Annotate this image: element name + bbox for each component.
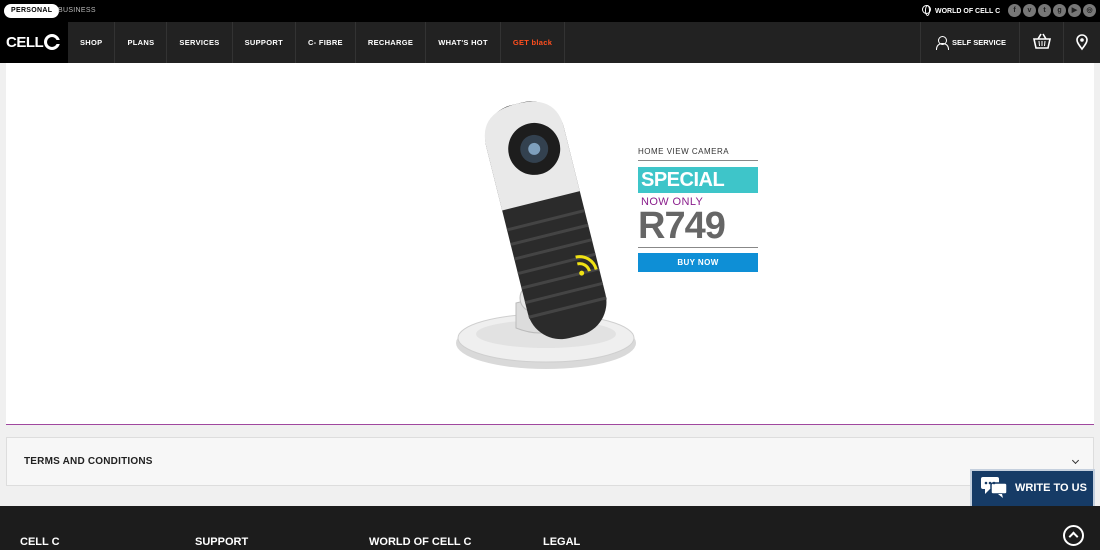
utility-bar: PERSONAL BUSINESS WORLD OF CELL C f v t … [0,0,1100,22]
twitter-icon[interactable]: t [1038,4,1051,17]
product-name: HOME VIEW CAMERA [638,147,758,161]
nav-item-support[interactable]: SUPPORT [233,22,296,63]
footer-heading-support[interactable]: SUPPORT [195,536,248,548]
user-icon [936,36,949,50]
globe-icon [922,5,931,16]
write-to-us-label: WRITE TO US [1015,482,1087,494]
vine-icon[interactable]: v [1023,4,1036,17]
promo-banner[interactable]: HOME VIEW CAMERA SPECIAL NOW ONLY R749 B… [6,63,1094,425]
nav-item-recharge[interactable]: RECHARGE [356,22,427,63]
cell-c-logo[interactable]: CELL [0,22,68,63]
youtube-icon[interactable]: ▶ [1068,4,1081,17]
footer-heading-world-of-cell-c[interactable]: WORLD OF CELL C [369,536,471,548]
back-to-top-icon[interactable] [1063,525,1084,546]
nav-item-c-fibre[interactable]: C- FIBRE [296,22,356,63]
nav-item-get-black[interactable]: GET black [501,22,566,63]
buy-now-button[interactable]: BUY NOW [638,253,758,272]
self-service-link[interactable]: SELF SERVICE [920,22,1020,63]
terms-accordion[interactable]: TERMS AND CONDITIONS [6,437,1094,486]
terms-title: TERMS AND CONDITIONS [24,456,153,467]
logo-c-icon [44,34,62,50]
location-pin-icon [1076,34,1088,51]
social-links: f v t g ▶ ◎ [1008,4,1096,17]
home-view-camera-image [456,101,636,369]
chat-bubbles-icon [981,477,1008,498]
nav-item-shop[interactable]: SHOP [68,22,116,63]
nav-item-plans[interactable]: PLANS [115,22,168,63]
instagram-icon[interactable]: ◎ [1083,4,1096,17]
business-tab[interactable]: BUSINESS [58,4,96,18]
personal-tab[interactable]: PERSONAL [4,4,60,18]
logo-text: CELL [6,34,44,51]
world-of-cell-c-link[interactable]: WORLD OF CELL C [922,5,1000,17]
footer-heading-legal[interactable]: LEGAL [543,536,580,548]
google-plus-icon[interactable]: g [1053,4,1066,17]
store-locator-button[interactable] [1064,22,1100,63]
main-nav: CELL SHOP PLANS SERVICES SUPPORT C- FIBR… [0,22,1100,63]
nav-item-services[interactable]: SERVICES [167,22,233,63]
world-of-cell-c-label: WORLD OF CELL C [935,8,1001,15]
self-service-label: SELF SERVICE [952,38,1007,47]
special-badge: SPECIAL [638,167,758,193]
write-to-us-button[interactable]: WRITE TO US [970,469,1095,506]
offer-panel: HOME VIEW CAMERA SPECIAL NOW ONLY R749 B… [638,147,758,272]
basket-icon [1033,33,1051,49]
nav-item-whats-hot[interactable]: WHAT'S HOT [426,22,501,63]
nav-menu: SHOP PLANS SERVICES SUPPORT C- FIBRE REC… [68,22,566,63]
basket-button[interactable] [1020,22,1064,63]
facebook-icon[interactable]: f [1008,4,1021,17]
footer-heading-cell-c[interactable]: CELL C [20,536,60,548]
chevron-down-icon [1071,456,1080,465]
footer: CELL C SUPPORT WORLD OF CELL C LEGAL [0,506,1100,550]
price: R749 [638,207,758,248]
